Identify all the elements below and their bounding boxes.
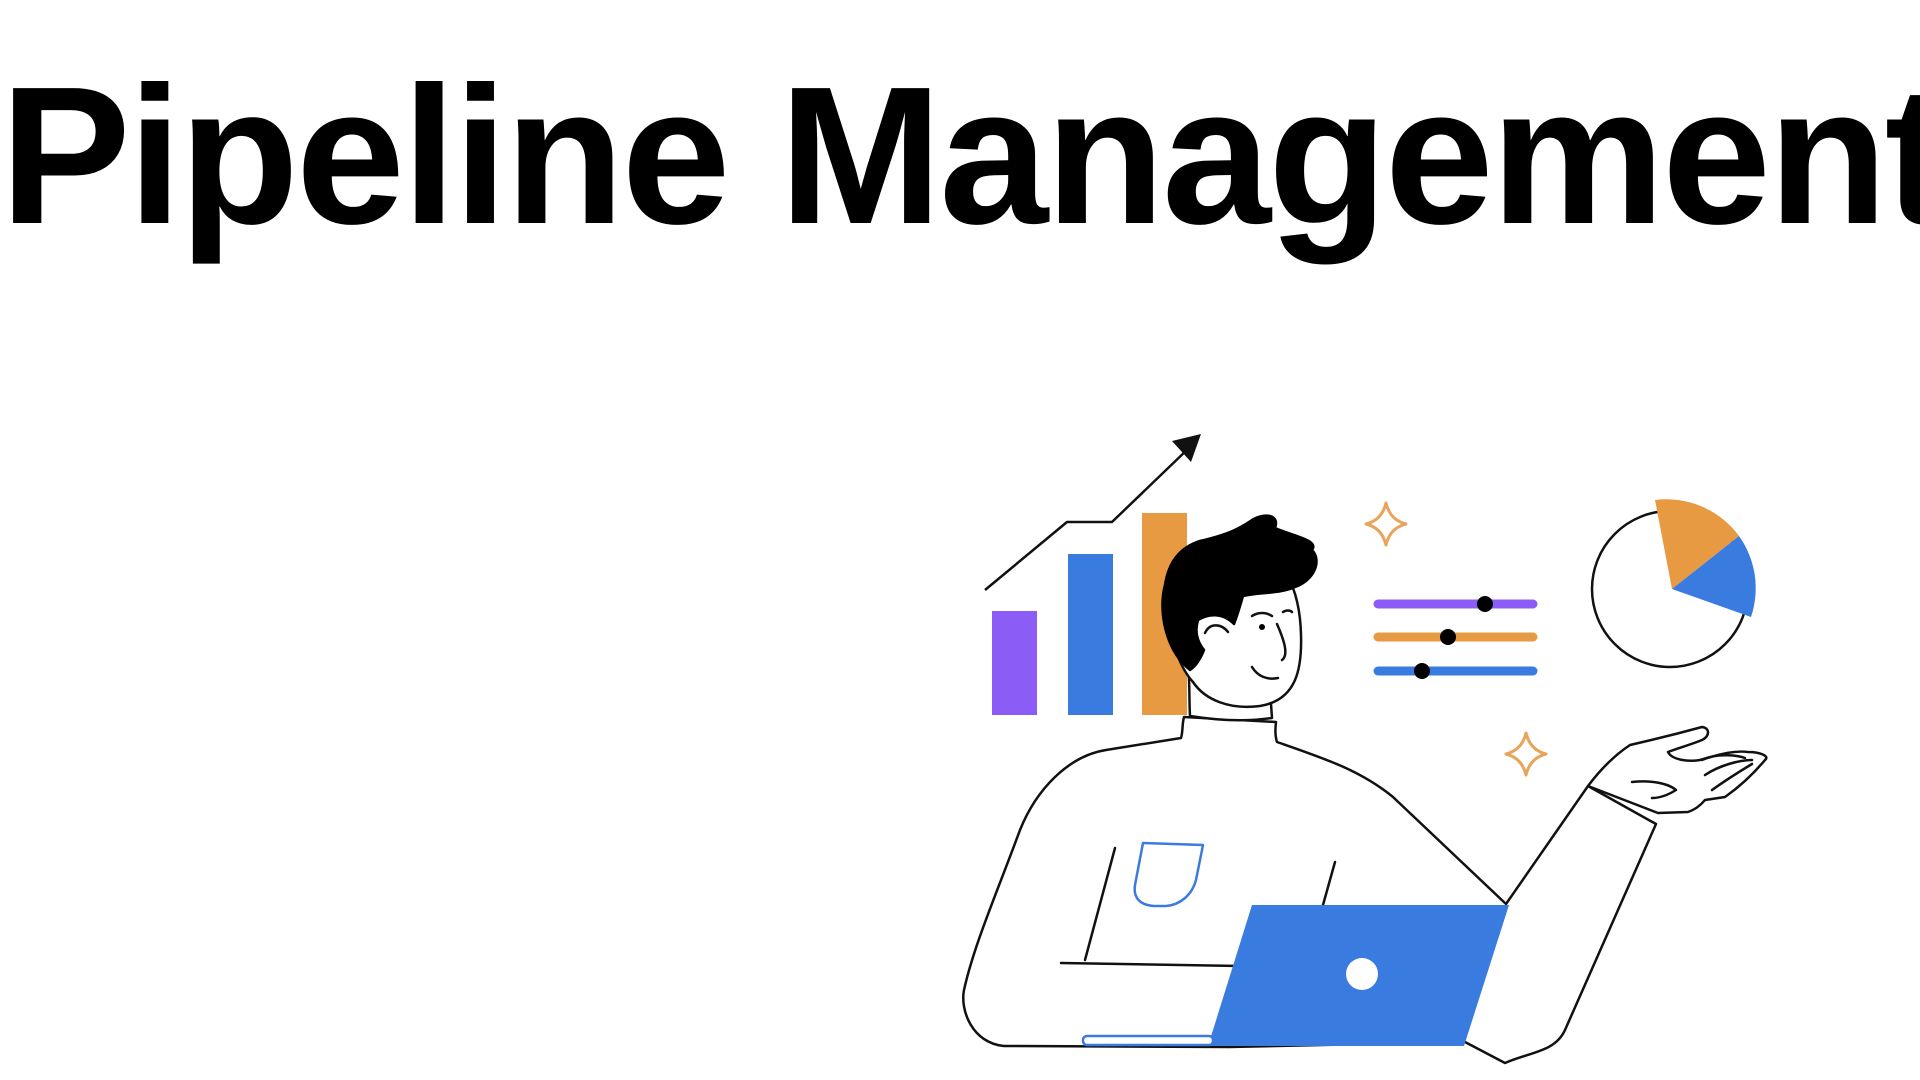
sliders-icon	[1373, 596, 1538, 679]
growth-arrow-head	[1172, 434, 1201, 462]
slider-knob-3	[1414, 663, 1430, 679]
pipeline-illustration	[962, 434, 1768, 1065]
chart-bar-blue	[1068, 554, 1113, 715]
pie-chart-icon	[1590, 499, 1756, 669]
sparkle-top	[1364, 501, 1408, 547]
laptop-logo	[1346, 958, 1378, 990]
slider-knob-1	[1477, 596, 1493, 612]
person-eye	[1259, 624, 1265, 630]
chart-bar-purple	[992, 611, 1037, 715]
laptop-base	[1081, 1034, 1215, 1047]
slider-knob-2	[1440, 629, 1456, 645]
slide: Pipeline Management	[0, 0, 1920, 1080]
sparkle-bottom	[1504, 731, 1548, 777]
